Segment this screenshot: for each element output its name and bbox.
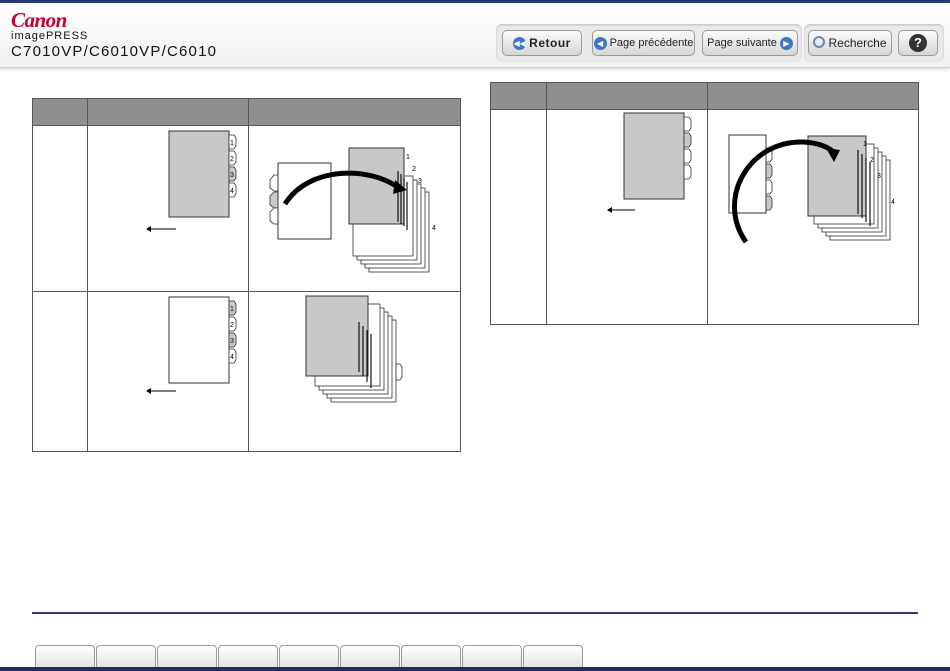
back-button[interactable]: ◀◀ Retour — [502, 30, 582, 56]
svg-text:3: 3 — [418, 178, 422, 185]
left-table: 1 2 3 4 1 2 3 4 1 2 3 4 — [32, 98, 461, 452]
tab-number: 4 — [230, 354, 234, 361]
tab-number: 1 — [230, 140, 234, 147]
output-cell — [248, 291, 461, 452]
help-button[interactable]: ? — [898, 30, 938, 56]
collated-output-illustration: 1 2 3 4 — [728, 134, 895, 244]
next-page-label: Page suivante — [707, 37, 777, 49]
tab-number: 2 — [870, 157, 874, 164]
table-row: 1 2 3 4 — [490, 109, 919, 325]
tab-number: 2 — [230, 322, 234, 329]
bottom-border — [0, 667, 950, 671]
tab-number: 1 — [230, 306, 234, 313]
tab-number: 3 — [230, 172, 234, 179]
row-label-cell — [32, 291, 88, 452]
previous-page-button[interactable]: ◀ Page précédente — [592, 30, 695, 56]
search-icon — [813, 36, 826, 48]
tab-sheet-original-illustration: 1 2 3 4 — [146, 296, 237, 394]
tab-number: 2 — [230, 156, 234, 163]
row-label-cell — [32, 125, 88, 292]
table-row: 1 2 3 4 — [32, 125, 461, 292]
header-cell-3 — [248, 98, 461, 126]
footer-divider — [32, 612, 918, 614]
previous-page-label: Page précédente — [609, 37, 694, 49]
tab-number: 4 — [230, 188, 234, 195]
header-cell-2 — [546, 82, 708, 110]
collated-output-illustration: 1 2 3 4 — [269, 147, 436, 273]
model-name: C7010VP/C6010VP/C6010 — [11, 43, 218, 60]
tab-sheet-original-illustration: 1 2 3 4 — [146, 130, 237, 232]
left-table-header-row — [32, 98, 461, 126]
original-cell: 1 2 3 4 — [87, 125, 249, 292]
tab-number: 1 — [863, 141, 867, 148]
svg-text:1: 1 — [406, 154, 410, 161]
original-cell — [546, 109, 708, 325]
output-cell: 1 2 3 4 — [248, 125, 461, 292]
tab-sheet-original-illustration — [607, 112, 692, 213]
next-arrow-icon: ▶ — [779, 36, 793, 50]
output-cell: 1 2 3 4 — [707, 109, 919, 325]
tab-number: 3 — [877, 173, 881, 180]
row-label-cell — [490, 109, 547, 325]
back-button-label: Retour — [529, 36, 571, 50]
right-table-header-row — [490, 82, 919, 110]
header-cell-3 — [707, 82, 919, 110]
svg-text:2: 2 — [412, 166, 416, 173]
header-cell-1 — [32, 98, 88, 126]
right-table: 1 2 3 4 — [490, 82, 919, 325]
rewind-icon: ◀◀ — [513, 36, 527, 50]
product-name: imagePRESS — [11, 30, 89, 42]
header-cell-2 — [87, 98, 249, 126]
original-cell: 1 2 3 4 — [87, 291, 249, 452]
previous-arrow-icon: ◀ — [593, 36, 607, 50]
header-cell-1 — [490, 82, 547, 110]
help-icon: ? — [909, 34, 927, 52]
tab-number: 4 — [891, 199, 895, 206]
search-button[interactable]: Recherche — [808, 30, 892, 56]
merged-output-illustration — [305, 295, 403, 403]
search-button-label: Recherche — [828, 36, 887, 50]
table-row: 1 2 3 4 — [32, 291, 461, 452]
svg-text:4: 4 — [432, 225, 436, 232]
tab-number: 3 — [230, 338, 234, 345]
next-page-button[interactable]: Page suivante ▶ — [702, 30, 798, 56]
